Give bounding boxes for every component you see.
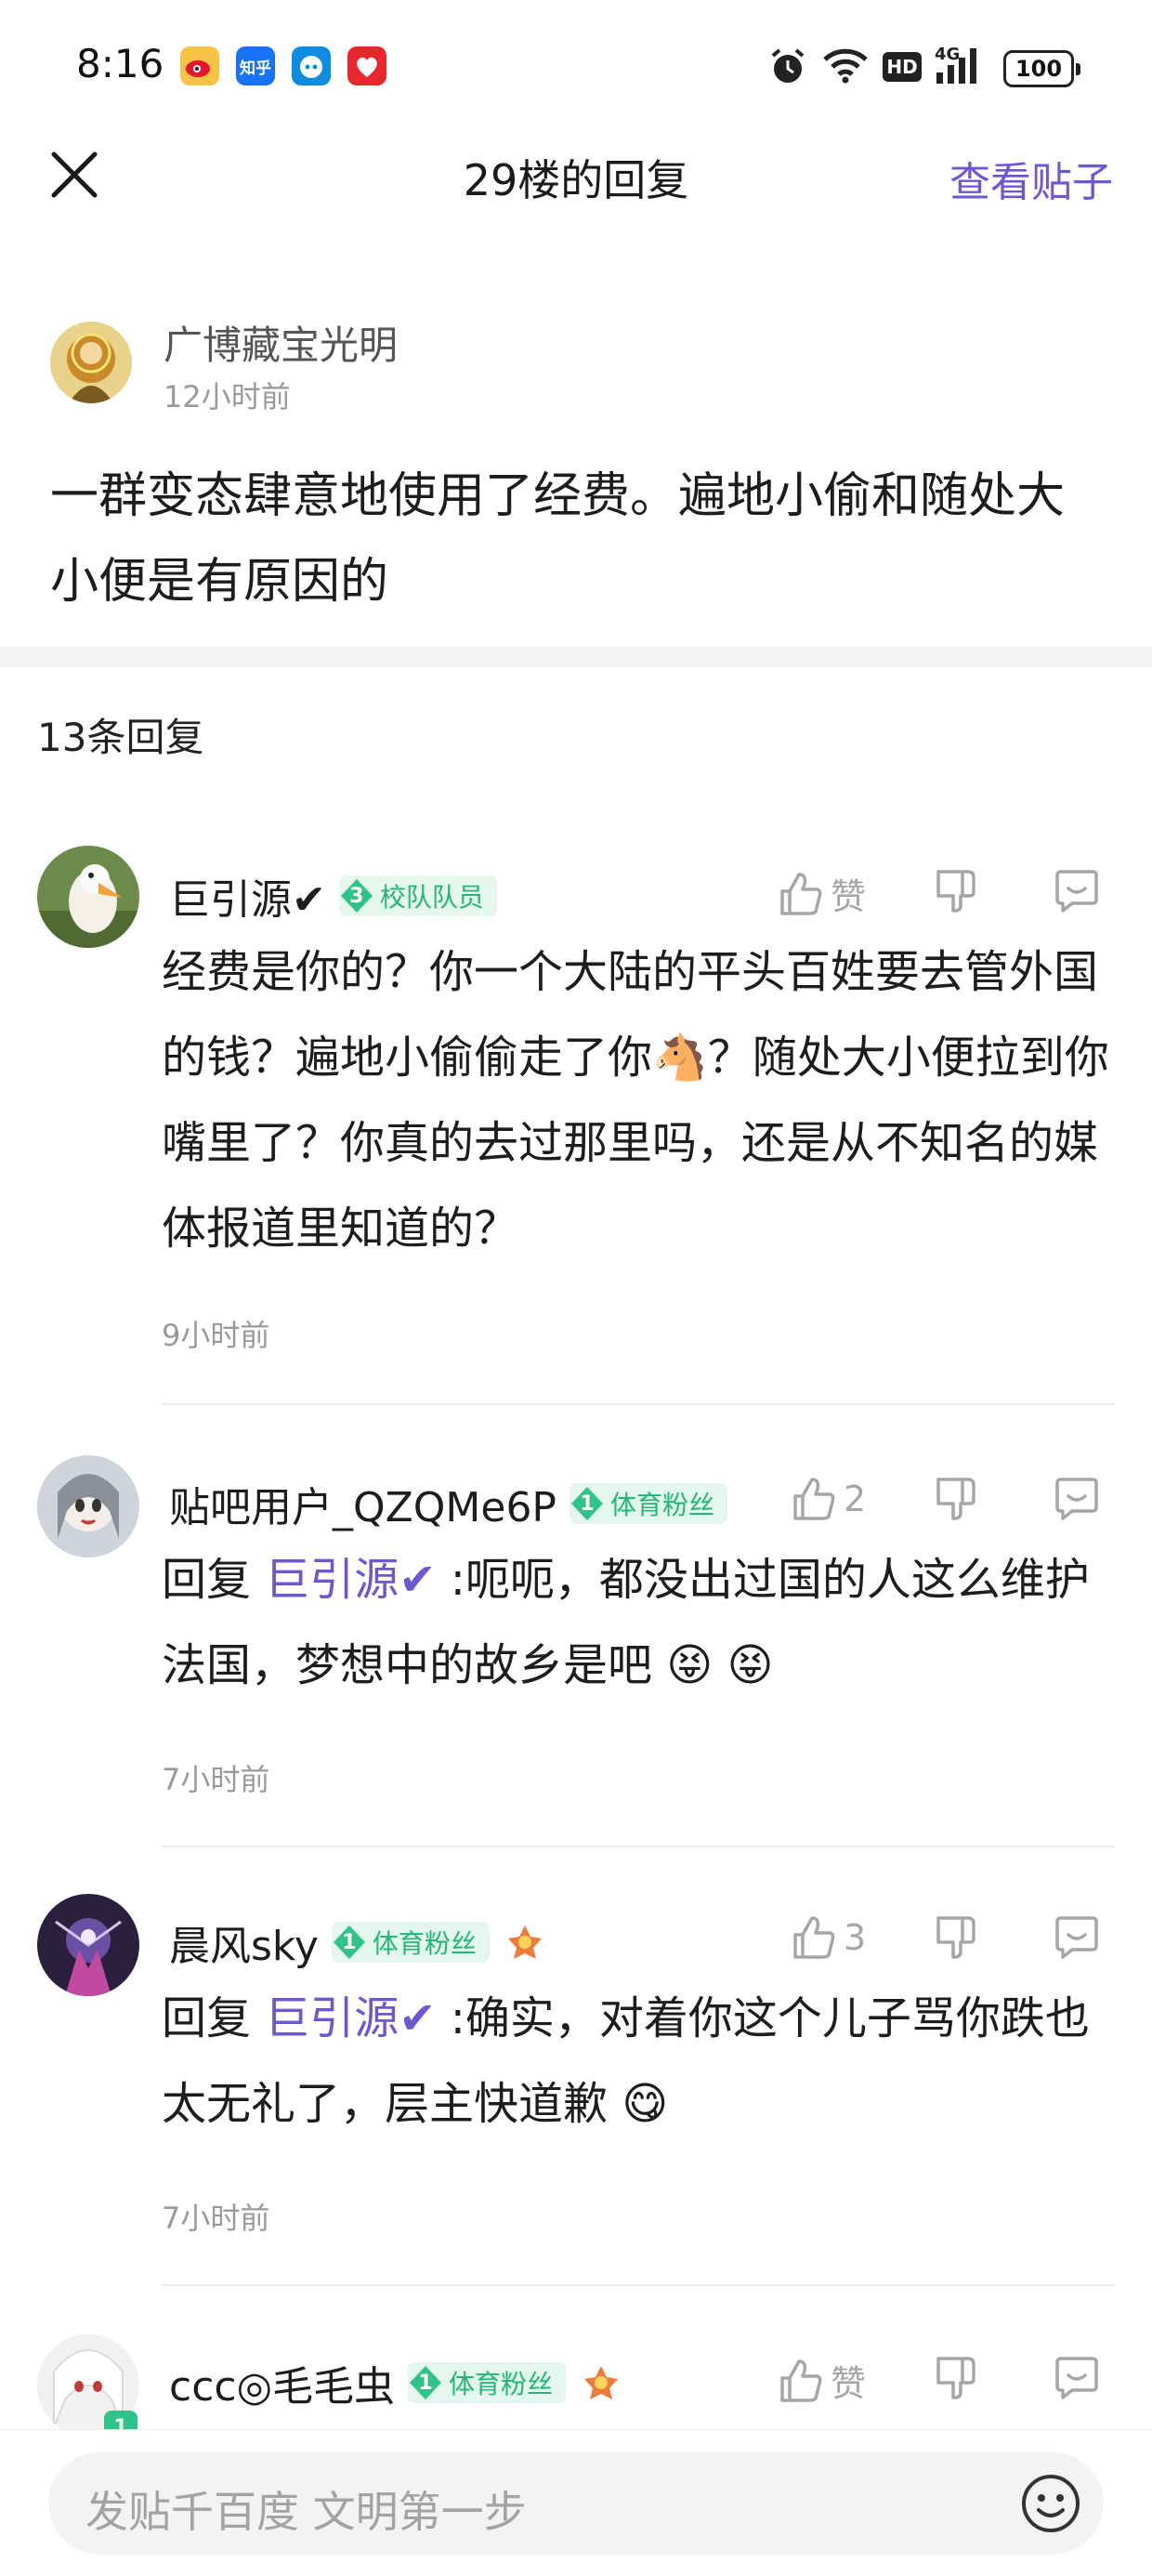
reply-header: 巨引源✔ 3 校队队员 <box>169 868 497 924</box>
level-badge: 1 体育粉丝 <box>569 1483 727 1524</box>
badge-title: 校队队员 <box>379 882 484 913</box>
comment-button[interactable] <box>1052 1914 1102 1961</box>
avatar[interactable] <box>50 322 132 403</box>
avatar[interactable] <box>37 1455 139 1557</box>
avatar[interactable] <box>37 1894 139 1996</box>
reply-author[interactable]: 晨风sky <box>169 1912 319 1972</box>
reply-divider <box>162 2284 1115 2286</box>
xiaohongshu-icon <box>347 46 386 85</box>
hd-icon: HD <box>883 52 922 82</box>
weibo-icon <box>180 46 219 85</box>
thumbs-down-icon <box>936 870 975 913</box>
like-button[interactable]: 赞 <box>779 868 866 919</box>
comment-icon <box>1055 1916 1098 1959</box>
badge-level-number: 1 <box>580 1492 595 1516</box>
comment-button[interactable] <box>1052 1476 1102 1522</box>
level-badge: 3 校队队员 <box>338 875 497 916</box>
thumbs-up-icon <box>793 1916 835 1959</box>
comment-button[interactable] <box>1052 868 1102 914</box>
thumbs-up-icon <box>780 2359 822 2402</box>
signal-icon: 4G <box>935 45 990 89</box>
reply-author[interactable]: 贴吧用户_QZQMe6P <box>169 1474 556 1533</box>
badge-level-number: 1 <box>342 1930 357 1954</box>
badge-title: 体育粉丝 <box>609 1490 714 1520</box>
reply-content: 回复 巨引源✔ :确实，对着你这个儿子骂你跌也太无礼了，层主快道歉 😋 <box>162 1976 1119 2147</box>
level-shield-icon: 1 <box>408 2362 443 2403</box>
reply-prefix: 回复 <box>162 1554 266 1606</box>
badge-level-number: 3 <box>349 884 364 908</box>
medal-icon <box>583 2366 618 2399</box>
avatar[interactable]: 1 <box>37 2334 139 2444</box>
reply-author[interactable]: ccc◎毛毛虫 <box>169 2353 395 2412</box>
comment-icon <box>1055 1478 1098 1520</box>
alarm-icon <box>767 46 808 91</box>
reply-time: 7小时前 <box>162 1762 270 1797</box>
zhihu-icon: 知乎 <box>236 46 275 85</box>
smiley-icon <box>1022 2475 1080 2532</box>
level-badge: 1 体育粉丝 <box>331 1922 490 1963</box>
mention-link[interactable]: 巨引源✔ <box>265 1554 436 1606</box>
comment-icon <box>1055 2357 1098 2399</box>
reply-count: 13条回复 <box>37 715 204 760</box>
wifi-icon <box>821 46 870 87</box>
level-shield-icon: 1 <box>569 1483 605 1524</box>
like-count: 赞 <box>831 2363 867 2404</box>
dislike-button[interactable] <box>935 1914 979 1961</box>
avatar[interactable] <box>37 846 139 948</box>
comment-input-bar: 发贴千百度 文明第一步 <box>0 2429 1152 2576</box>
thumbs-up-icon <box>780 872 822 915</box>
like-count: 赞 <box>831 876 867 917</box>
post-time: 12小时前 <box>164 379 291 414</box>
thumbs-down-icon <box>936 1478 975 1520</box>
emoji-button[interactable] <box>1020 2473 1081 2534</box>
reply-content: 经费是你的？你一个大陆的平头百姓要去管外国的钱？遍地小偷偷走了你🐴？随处大小便拉… <box>162 946 1109 1255</box>
reply-divider <box>162 1846 1115 1847</box>
badge-title: 体育粉丝 <box>448 2369 553 2399</box>
comment-icon <box>1055 870 1098 913</box>
like-count: 2 <box>844 1479 867 1519</box>
like-count: 3 <box>844 1917 867 1958</box>
comment-button[interactable] <box>1052 2355 1102 2401</box>
reply-content: 回复 巨引源✔ :呃呃，都没出过国的人这么维护法国，梦想中的故乡是吧 😝 😝 <box>162 1537 1119 1708</box>
network-type: 4G <box>935 45 961 64</box>
dislike-button[interactable] <box>935 2355 979 2401</box>
like-button[interactable]: 赞 <box>779 2355 866 2406</box>
status-time: 8:16 <box>76 41 164 86</box>
battery-indicator: 100 <box>1003 50 1080 87</box>
comment-input[interactable]: 发贴千百度 文明第一步 <box>48 2452 1104 2555</box>
reply-header: ccc◎毛毛虫 1 体育粉丝 <box>169 2355 623 2411</box>
post-author[interactable]: 广博藏宝光明 <box>164 314 398 371</box>
reply-header: 晨风sky 1 体育粉丝 <box>169 1914 547 1970</box>
badge-title: 体育粉丝 <box>372 1928 477 1959</box>
dislike-button[interactable] <box>935 1476 979 1522</box>
reply-divider <box>162 1403 1115 1405</box>
input-placeholder: 发贴千百度 文明第一步 <box>85 2487 527 2537</box>
level-shield-icon: 3 <box>339 875 374 916</box>
medal-icon <box>507 1925 542 1959</box>
like-button[interactable]: 2 <box>792 1476 866 1522</box>
level-shield-icon: 1 <box>332 1922 367 1963</box>
reply-time: 9小时前 <box>162 1318 270 1353</box>
dislike-button[interactable] <box>935 868 979 914</box>
reply-author[interactable]: 巨引源✔ <box>169 866 326 926</box>
status-bar: 8:16 知乎 HD 4G 100 <box>0 0 1152 139</box>
level-badge: 1 体育粉丝 <box>407 2362 566 2403</box>
bilibili-icon <box>292 46 331 85</box>
view-post-link[interactable]: 查看贴子 <box>949 149 1113 208</box>
section-divider <box>0 647 1152 667</box>
reply-header: 贴吧用户_QZQMe6P 1 体育粉丝 <box>169 1476 727 1531</box>
post-content: 一群变态肆意地使用了经费。遍地小偷和随处大小便是有原因的 <box>50 468 1066 610</box>
mention-link[interactable]: 巨引源✔ <box>265 1992 436 2044</box>
thumbs-down-icon <box>936 2357 975 2399</box>
thumbs-down-icon <box>936 1916 975 1959</box>
page-header: 29楼的回复 查看贴子 <box>0 139 1152 251</box>
reply-time: 7小时前 <box>162 2201 270 2236</box>
badge-level-number: 1 <box>418 2371 433 2395</box>
reply-prefix: 回复 <box>162 1992 266 2044</box>
like-button[interactable]: 3 <box>792 1914 866 1961</box>
thumbs-up-icon <box>793 1478 835 1520</box>
